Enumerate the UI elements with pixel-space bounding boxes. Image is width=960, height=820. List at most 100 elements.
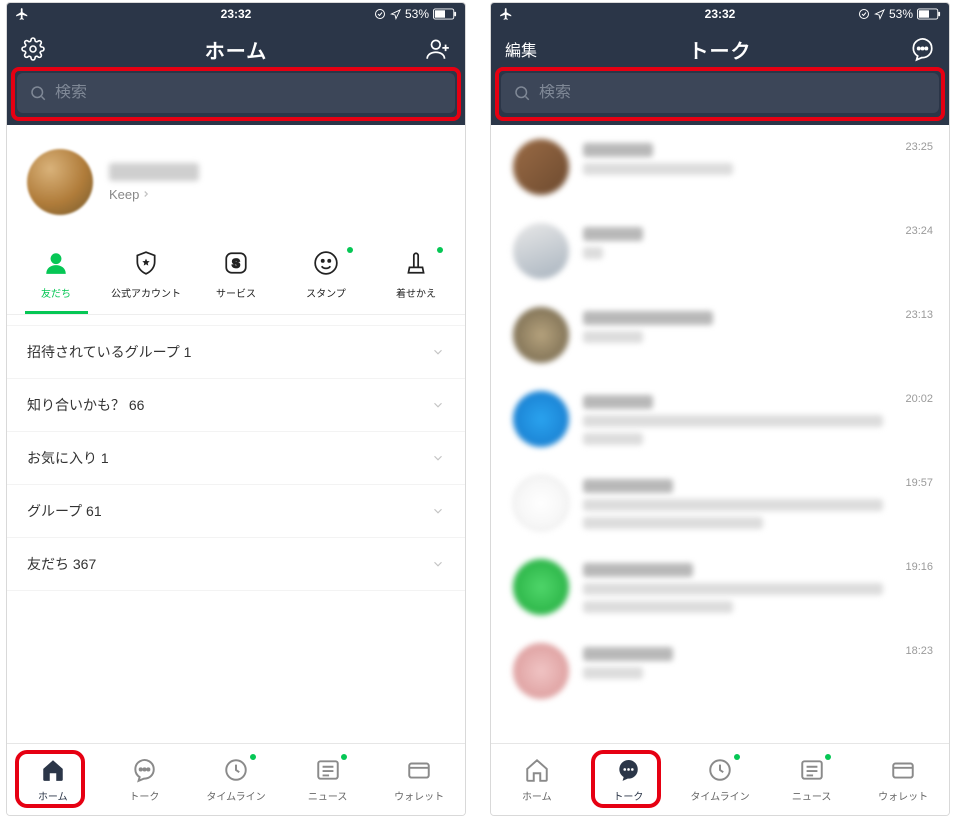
add-friend-icon[interactable] [425,36,451,62]
navbar-title: ホーム [205,35,267,64]
chevron-down-icon [431,398,445,412]
search-container [491,73,949,125]
home-icon [39,756,67,784]
chevron-down-icon [431,557,445,571]
chat-message-blurred [583,667,643,679]
chat-row[interactable]: 23:24 [491,209,949,293]
tab-wallet[interactable]: ウォレット [373,744,465,815]
chat-avatar [513,223,569,279]
chat-time: 23:25 [893,139,933,153]
tab-wallet[interactable]: ウォレット [857,744,949,815]
chat-time: 23:13 [893,307,933,321]
wallet-icon [889,756,917,784]
section-row-suggestions[interactable]: 知り合いかも？ 66 [7,379,465,432]
new-chat-icon[interactable] [909,36,935,62]
chat-row[interactable]: 18:23 [491,629,949,713]
chat-body [583,307,879,343]
battery-percent: 53% [889,7,913,21]
chat-row[interactable]: 23:25 [491,125,949,209]
htab-stamp[interactable]: スタンプ [281,241,371,314]
chat-row[interactable]: 19:57 [491,461,949,545]
tab-bar: ホーム トーク タイムライン ニュース ウォレット [491,743,949,815]
tab-talk[interactable]: トーク [99,744,191,815]
section-row-groups[interactable]: グループ 61 [7,485,465,538]
chat-message-blurred [583,415,883,427]
chat-body [583,391,883,445]
htab-official[interactable]: 公式アカウント [101,241,191,314]
home-icon [523,756,551,784]
chat-message-blurred [583,163,733,175]
section-row-favorites[interactable]: お気に入り 1 [7,432,465,485]
htab-friends[interactable]: 友だち [11,241,101,314]
tab-news[interactable]: ニュース [282,744,374,815]
battery-percent: 53% [405,7,429,21]
chat-list[interactable]: 23:25 23:24 23:13 20:02 19:57 19:16 18:23 [491,125,949,743]
tab-timeline[interactable]: タイムライン [190,744,282,815]
chat-row[interactable]: 23:13 [491,293,949,377]
search-input[interactable] [55,84,443,102]
tab-timeline[interactable]: タイムライン [674,744,766,815]
home-category-tabs: 友だち 公式アカウント S サービス スタンプ 着せかえ [7,235,465,315]
chat-message-blurred [583,601,733,613]
chat-body [583,475,883,529]
navbar-talk: 編集 トーク [491,25,949,73]
edit-button[interactable]: 編集 [505,37,537,61]
clock-icon [706,756,734,784]
location-icon [390,9,401,20]
person-icon [42,249,70,277]
search-box[interactable] [17,73,455,113]
notification-dot [437,247,443,253]
sync-icon [858,8,870,20]
wallet-icon [405,756,433,784]
chevron-down-icon [431,504,445,518]
profile-avatar [27,149,93,215]
tab-home[interactable]: ホーム [491,744,583,815]
htab-theme[interactable]: 着せかえ [371,241,461,314]
tab-talk[interactable]: トーク [583,744,675,815]
search-box[interactable] [501,73,939,113]
chat-body [583,559,883,613]
news-icon [314,756,342,784]
search-container [7,73,465,125]
chat-body [583,139,879,175]
service-s-icon: S [222,249,250,277]
chat-avatar [513,391,569,447]
chat-time: 23:24 [893,223,933,237]
svg-text:S: S [232,256,240,270]
location-icon [874,9,885,20]
battery-icon [433,8,457,20]
chat-message-blurred [583,247,603,259]
tab-home[interactable]: ホーム [7,744,99,815]
search-input[interactable] [539,84,927,102]
section-list: 招待されているグループ 1 知り合いかも？ 66 お気に入り 1 グループ 61… [7,315,465,743]
chat-row[interactable]: 20:02 [491,377,949,461]
chat-time: 18:23 [893,643,933,657]
profile-row[interactable]: Keep [7,125,465,235]
battery-icon [917,8,941,20]
chat-message-blurred [583,499,883,511]
chat-time: 19:57 [897,475,933,489]
shield-star-icon [132,249,160,277]
sync-icon [374,8,386,20]
navbar-title: トーク [689,35,752,64]
search-icon [29,84,47,102]
brush-icon [402,249,430,277]
chat-name-blurred [583,395,653,409]
chat-name-blurred [583,227,643,241]
phone-talk: 23:32 53% 編集 トーク 23:25 23:24 23:13 20:02 19:… [490,2,950,816]
status-bar: 23:32 53% [491,3,949,25]
airplane-mode-icon [15,7,29,21]
news-icon [798,756,826,784]
chat-name-blurred [583,143,653,157]
htab-service[interactable]: S サービス [191,241,281,314]
chat-message-blurred [583,433,643,445]
phone-home: 23:32 53% ホーム Keep [6,2,466,816]
section-row-friends[interactable]: 友だち 367 [7,538,465,591]
section-row-invited-groups[interactable]: 招待されているグループ 1 [7,325,465,379]
chevron-down-icon [431,345,445,359]
notification-dot [341,754,347,760]
chat-row[interactable]: 19:16 [491,545,949,629]
profile-keep-link[interactable]: Keep [109,187,199,202]
tab-news[interactable]: ニュース [766,744,858,815]
settings-icon[interactable] [21,37,45,61]
